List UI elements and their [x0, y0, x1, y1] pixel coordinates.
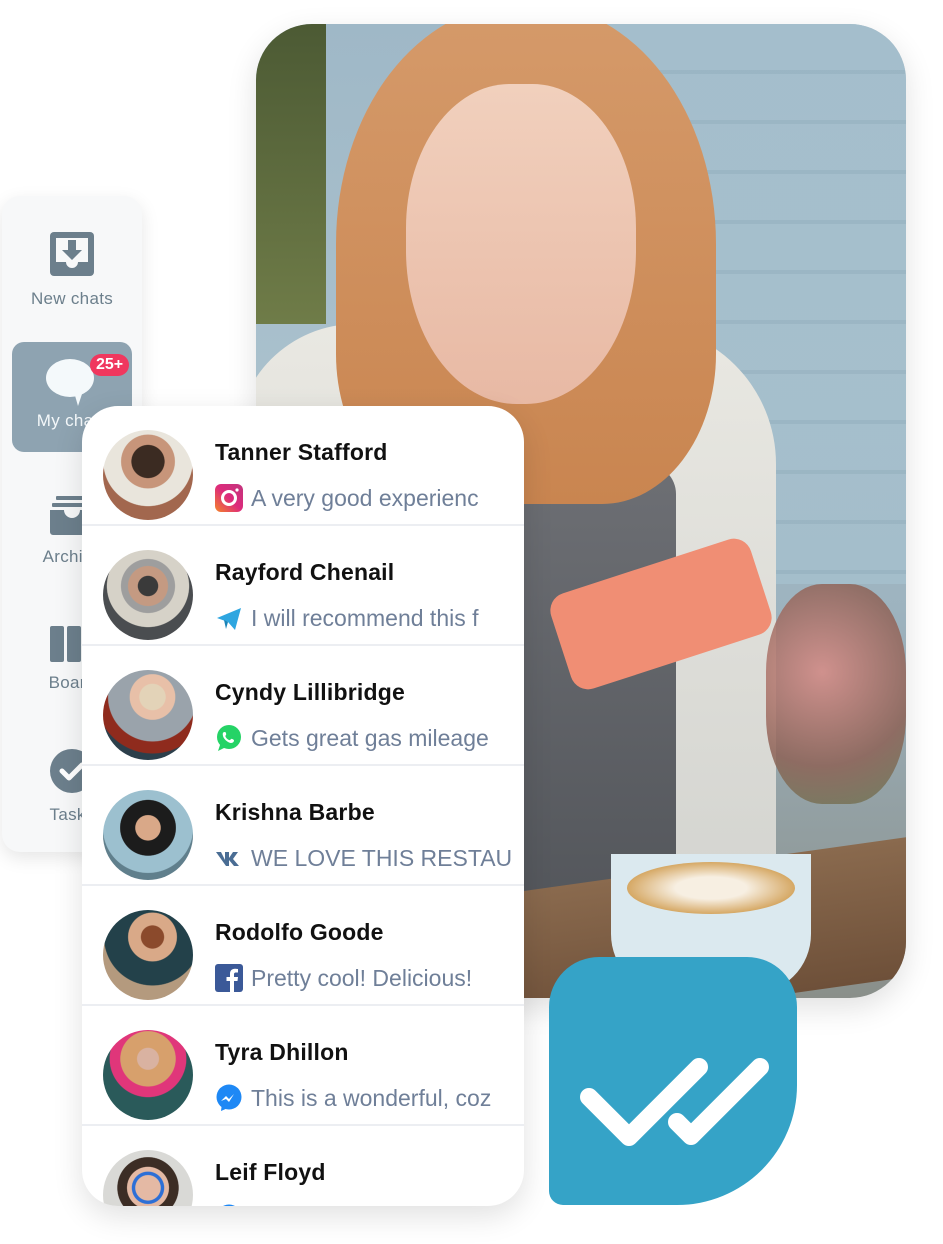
- message-text: Gets great gas mileage: [251, 725, 489, 751]
- messenger-icon: [223, 1204, 235, 1206]
- last-message: This is a wonderful, coz: [215, 1084, 491, 1112]
- last-message: I will recommend this f: [215, 604, 479, 632]
- contact-name: Tyra Dhillon: [215, 1039, 349, 1065]
- contact-name: Krishna Barbe: [215, 799, 375, 825]
- avatar: [103, 910, 193, 1000]
- message-text: I will recommend this f: [251, 605, 479, 631]
- contact-name: Tanner Stafford: [215, 439, 388, 465]
- last-message: Gets great gas mileage: [215, 724, 489, 752]
- chat-list: Tanner Stafford A very good experienc Ra…: [82, 406, 524, 1206]
- sidebar-item-new-chats[interactable]: New chats: [2, 230, 142, 309]
- last-message: [215, 1204, 251, 1206]
- sidebar-item-label: New chats: [30, 289, 114, 308]
- chat-list-item[interactable]: Tanner Stafford A very good experienc: [82, 406, 524, 526]
- photo-flowers: [766, 584, 906, 804]
- photo-face: [406, 84, 636, 404]
- contact-name: Rayford Chenail: [215, 559, 395, 585]
- chat-list-item[interactable]: Leif Floyd: [82, 1126, 524, 1206]
- avatar: [103, 430, 193, 520]
- double-check-icon: [580, 1058, 769, 1146]
- message-text: A very good experienc: [251, 485, 479, 511]
- vk-icon: [216, 852, 239, 866]
- message-text: Pretty cool! Delicious!: [251, 965, 473, 991]
- contact-name: Rodolfo Goode: [215, 919, 384, 945]
- last-message: Pretty cool! Delicious!: [215, 964, 472, 992]
- chat-list-item[interactable]: Rodolfo Goode Pretty cool! Delicious!: [82, 886, 524, 1006]
- contact-name: Leif Floyd: [215, 1159, 326, 1185]
- contact-name: Cyndy Lillibridge: [215, 679, 405, 705]
- facebook-icon: [215, 964, 243, 992]
- chat-list-item[interactable]: Krishna Barbe WE LOVE THIS RESTAU: [82, 766, 524, 886]
- unread-badge: 25+: [90, 354, 130, 376]
- avatar: [103, 670, 193, 760]
- read-receipt-badge: [549, 957, 797, 1205]
- messenger-icon: [216, 1084, 242, 1111]
- telegram-icon: [217, 608, 241, 630]
- avatar: [103, 1030, 193, 1120]
- inbox-download-icon: [50, 232, 94, 276]
- chat-list-item[interactable]: Tyra Dhillon This is a wonderful, coz: [82, 1006, 524, 1126]
- last-message: A very good experienc: [215, 484, 479, 512]
- message-text: WE LOVE THIS RESTAU: [251, 845, 513, 871]
- chat-list-item[interactable]: Cyndy Lillibridge Gets great gas mileage: [82, 646, 524, 766]
- instagram-icon: [215, 484, 243, 512]
- avatar: [103, 790, 193, 880]
- photo-foliage: [256, 24, 326, 324]
- chat-list-item[interactable]: Rayford Chenail I will recommend this f: [82, 526, 524, 646]
- message-text: This is a wonderful, coz: [251, 1085, 492, 1111]
- whatsapp-icon: [217, 725, 241, 751]
- avatar: [103, 550, 193, 640]
- avatar: [103, 1150, 193, 1206]
- last-message: WE LOVE THIS RESTAU: [215, 844, 512, 872]
